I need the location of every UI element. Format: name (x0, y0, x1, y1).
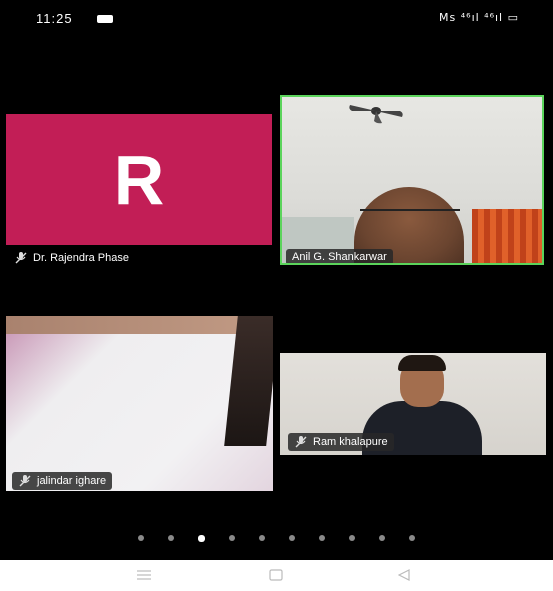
page-dot[interactable] (259, 535, 265, 541)
page-dot[interactable] (349, 535, 355, 541)
glasses-shape (360, 209, 460, 221)
page-indicator[interactable] (0, 532, 553, 544)
participant-tile-anil[interactable]: Anil G. Shankarwar (280, 95, 544, 265)
wall-shadow (224, 316, 273, 446)
page-dot[interactable] (319, 535, 325, 541)
home-icon[interactable] (269, 569, 283, 581)
participant-name-jalindar: jalindar ighare (12, 472, 113, 490)
video-camera-icon (97, 15, 113, 23)
participant-name-rajendra: Dr. Rajendra Phase (14, 251, 129, 265)
page-dot[interactable] (168, 535, 174, 541)
page-dot[interactable] (409, 535, 415, 541)
mic-muted-icon (18, 474, 32, 488)
person-hair (398, 355, 446, 371)
status-time: 11:25 (36, 11, 73, 26)
page-dot[interactable] (229, 535, 235, 541)
mic-muted-icon (14, 251, 28, 265)
curtain-shape (472, 209, 542, 263)
participant-label: Ram khalapure (313, 436, 388, 448)
participant-tile-ram[interactable]: Ram khalapure (280, 353, 546, 455)
status-bar: 11:25 Ms ⁴⁶ıl ⁴⁶ıl ▭ (0, 0, 553, 40)
participant-label: Anil G. Shankarwar (292, 251, 387, 263)
ceiling-edge (6, 316, 273, 334)
page-dot[interactable] (289, 535, 295, 541)
status-icons: Ms ⁴⁶ıl ⁴⁶ıl ▭ (439, 11, 519, 24)
ceiling-fan-icon (349, 105, 403, 124)
back-icon[interactable] (398, 569, 410, 581)
page-dot[interactable] (198, 534, 205, 542)
participant-label: Dr. Rajendra Phase (33, 252, 129, 264)
avatar-letter: R (113, 140, 165, 219)
participant-name-anil: Anil G. Shankarwar (286, 249, 393, 263)
menu-icon[interactable] (137, 570, 151, 580)
participant-name-ram: Ram khalapure (288, 433, 394, 451)
participant-tile-jalindar[interactable]: jalindar ighare (6, 316, 273, 491)
page-dot[interactable] (379, 535, 385, 541)
participant-label: jalindar ighare (37, 475, 107, 487)
mic-muted-icon (294, 435, 308, 449)
system-nav-bar (0, 560, 553, 591)
page-dot[interactable] (138, 535, 144, 541)
participant-tile-rajendra[interactable]: R (6, 114, 272, 245)
